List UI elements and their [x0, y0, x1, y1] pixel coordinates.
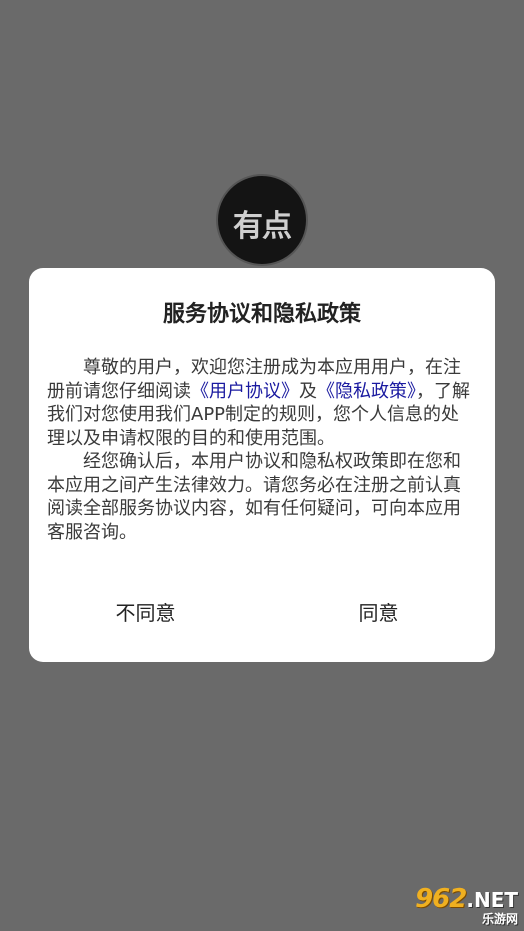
watermark-number: 962: [415, 883, 467, 914]
watermark-domain: .NET: [466, 887, 518, 912]
app-logo: 有点: [218, 176, 306, 264]
site-watermark: 962 .NET 乐游网: [384, 883, 518, 927]
disagree-button[interactable]: 不同意: [29, 598, 262, 628]
dialog-button-row: 不同意 同意: [29, 598, 495, 628]
dialog-paragraph-1: 尊敬的用户，欢迎您注册成为本应用用户，在注册前请您仔细阅读《用户协议》及《隐私政…: [47, 356, 477, 450]
dialog-body: 尊敬的用户，欢迎您注册成为本应用用户，在注册前请您仔细阅读《用户协议》及《隐私政…: [47, 356, 477, 544]
watermark-site-name: 乐游网: [481, 911, 518, 926]
dialog-title: 服务协议和隐私政策: [162, 302, 361, 327]
app-logo-text: 有点: [233, 209, 292, 244]
dialog-paragraph-2: 经您确认后，本用户协议和隐私权政策即在您和本应用之间产生法律效力。请您务必在注册…: [47, 451, 461, 543]
paragraph-1-text-b: 及: [299, 380, 317, 402]
agree-button[interactable]: 同意: [262, 598, 495, 628]
user-agreement-link[interactable]: 《用户协议》: [191, 381, 299, 402]
agreement-dialog: 服务协议和隐私政策 尊敬的用户，欢迎您注册成为本应用用户，在注册前请您仔细阅读《…: [29, 268, 495, 662]
privacy-policy-link[interactable]: 《隐私政策》: [317, 381, 416, 402]
